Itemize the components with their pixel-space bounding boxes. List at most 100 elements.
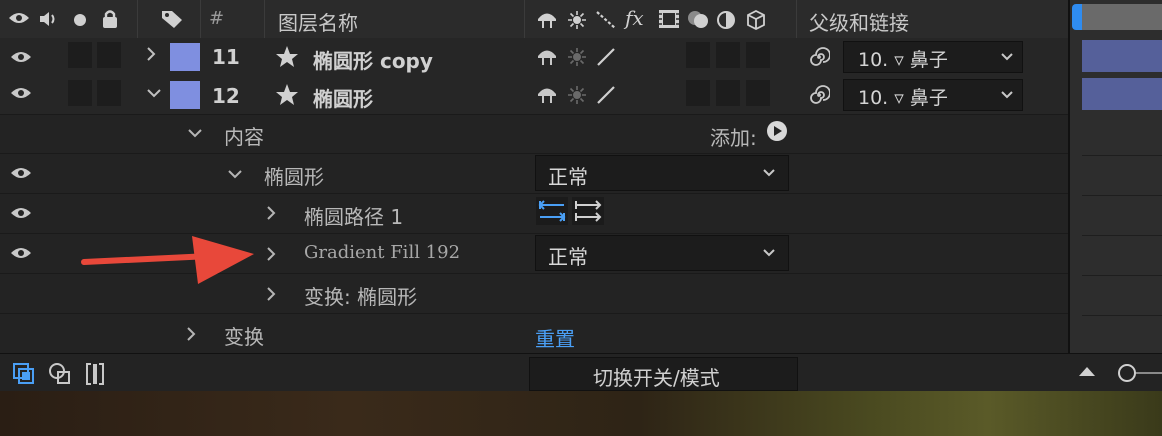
star-icon <box>275 83 299 107</box>
annotation-arrow-icon <box>80 232 260 288</box>
shy-icon[interactable] <box>535 85 559 105</box>
composition-preview <box>0 391 1162 436</box>
add-label: 添加: <box>710 126 757 150</box>
property-row-ellipse-path[interactable]: 椭圆路径 1 <box>0 194 1068 234</box>
toggle-switches-modes-label: 切换开关/模式 <box>593 366 720 390</box>
property-label: 变换 <box>224 325 264 349</box>
label-tag-icon[interactable] <box>161 9 183 29</box>
layer-name[interactable]: 椭圆形 copy <box>313 45 433 74</box>
parent-pickwhip-icon[interactable] <box>808 46 830 68</box>
chevron-down-icon <box>762 168 776 178</box>
transfer-controls-icon[interactable] <box>48 362 72 386</box>
collapse-sun-icon[interactable] <box>567 85 587 105</box>
zoom-out-mountain-icon[interactable] <box>1077 364 1097 378</box>
panel-footer: 切换开关/模式 <box>0 353 1162 392</box>
parent-link-column-header[interactable]: 父级和链接 <box>809 7 909 36</box>
star-icon <box>275 45 299 69</box>
chevron-down-icon[interactable] <box>227 169 243 179</box>
motion-blur-icon[interactable] <box>686 9 710 29</box>
blend-mode-value: 正常 <box>548 245 588 269</box>
blend-mode-value: 正常 <box>548 165 588 189</box>
reset-link[interactable]: 重置 <box>535 323 575 352</box>
time-indicator[interactable] <box>1072 4 1082 30</box>
chevron-down-icon[interactable] <box>146 88 162 98</box>
property-label: 椭圆路径 1 <box>304 205 404 229</box>
chevron-right-icon[interactable] <box>266 246 276 262</box>
quality-slash-icon[interactable] <box>595 85 617 105</box>
eye-icon[interactable] <box>10 206 34 220</box>
parent-dropdown[interactable]: 10. ▿ 鼻子 <box>843 79 1023 111</box>
layer-number: 11 <box>212 45 240 69</box>
3d-layer-switch[interactable] <box>746 80 770 106</box>
layer-name[interactable]: 椭圆形 <box>313 83 373 112</box>
property-row-ellipse-group[interactable]: 椭圆形 正常 <box>0 154 1068 194</box>
shy-icon[interactable] <box>535 10 559 30</box>
zoom-slider[interactable] <box>1118 364 1162 382</box>
shy-icon[interactable] <box>535 47 559 67</box>
chevron-down-icon <box>762 248 776 258</box>
lock-icon[interactable] <box>101 9 119 29</box>
toggle-switches-modes-button[interactable]: 切换开关/模式 <box>529 357 798 391</box>
label-color-swatch[interactable] <box>170 43 200 71</box>
property-label: 内容 <box>224 125 264 149</box>
chevron-right-icon[interactable] <box>266 205 276 221</box>
add-play-icon[interactable] <box>766 120 788 142</box>
adjustment-switch[interactable] <box>716 80 740 106</box>
chevron-down-icon <box>1000 90 1014 100</box>
layer-duration-bar[interactable] <box>1082 78 1162 110</box>
layer-switches-icon[interactable] <box>12 362 36 386</box>
chevron-down-icon <box>1000 52 1014 62</box>
property-row-contents[interactable]: 内容 添加: <box>0 114 1068 154</box>
blend-mode-dropdown[interactable]: 正常 <box>535 155 789 191</box>
solo-icon[interactable] <box>73 13 87 27</box>
column-header: # 图层名称 fx 父级和链接 <box>0 0 1068 39</box>
property-label: 变换: 椭圆形 <box>304 285 418 309</box>
zoom-slider-handle[interactable] <box>1118 364 1136 382</box>
parent-dropdown-value: 10. ▿ 鼻子 <box>858 49 948 71</box>
eye-icon[interactable] <box>10 50 34 64</box>
layer-panel: # 图层名称 fx 父级和链接 11 椭圆形 copy 10. ▿ 鼻子 12 … <box>0 0 1068 354</box>
collapse-sun-icon[interactable] <box>567 10 587 30</box>
parent-pickwhip-icon[interactable] <box>808 84 830 106</box>
chevron-down-icon[interactable] <box>187 128 203 138</box>
audio-switch[interactable] <box>68 42 92 68</box>
chevron-right-icon[interactable] <box>146 46 156 62</box>
audio-switch[interactable] <box>68 80 92 106</box>
path-direction-icon[interactable] <box>536 197 568 225</box>
quality-slash-icon[interactable] <box>595 47 617 67</box>
layer-number: 12 <box>212 84 240 108</box>
reverse-path-icon[interactable] <box>572 197 604 225</box>
adjustment-switch[interactable] <box>716 42 740 68</box>
parent-dropdown[interactable]: 10. ▿ 鼻子 <box>843 41 1023 73</box>
adjustment-layer-icon[interactable] <box>716 10 736 30</box>
property-row-transform[interactable]: 变换 重置 <box>0 314 1068 354</box>
chevron-right-icon[interactable] <box>266 286 276 302</box>
quality-slash-icon[interactable] <box>595 10 617 30</box>
fx-icon[interactable]: fx <box>625 6 644 30</box>
timeline-grid <box>1082 116 1162 353</box>
layer-row[interactable]: 11 椭圆形 copy 10. ▿ 鼻子 <box>0 38 1068 77</box>
collapse-sun-icon[interactable] <box>567 47 587 67</box>
audio-icon[interactable] <box>38 10 60 28</box>
number-column-header: # <box>209 8 225 29</box>
blend-mode-dropdown[interactable]: 正常 <box>535 235 789 271</box>
layer-duration-bar[interactable] <box>1082 40 1162 72</box>
eye-icon[interactable] <box>10 86 34 100</box>
eye-icon[interactable] <box>10 166 34 180</box>
layer-name-column-header[interactable]: 图层名称 <box>278 7 358 36</box>
label-color-swatch[interactable] <box>170 81 200 109</box>
layer-row[interactable]: 12 椭圆形 10. ▿ 鼻子 <box>0 76 1068 115</box>
3d-layer-cube-icon[interactable] <box>746 9 766 31</box>
motion-blur-switch[interactable] <box>686 80 710 106</box>
chevron-right-icon[interactable] <box>186 326 196 342</box>
frame-blend-icon[interactable] <box>658 9 680 29</box>
motion-blur-switch[interactable] <box>686 42 710 68</box>
solo-switch[interactable] <box>97 42 121 68</box>
in-out-brackets-icon[interactable] <box>82 361 108 387</box>
timeline-area[interactable] <box>1068 0 1162 353</box>
solo-switch[interactable] <box>97 80 121 106</box>
eye-icon[interactable] <box>8 11 30 25</box>
eye-icon[interactable] <box>10 246 34 260</box>
3d-layer-switch[interactable] <box>746 42 770 68</box>
parent-dropdown-value: 10. ▿ 鼻子 <box>858 87 948 109</box>
